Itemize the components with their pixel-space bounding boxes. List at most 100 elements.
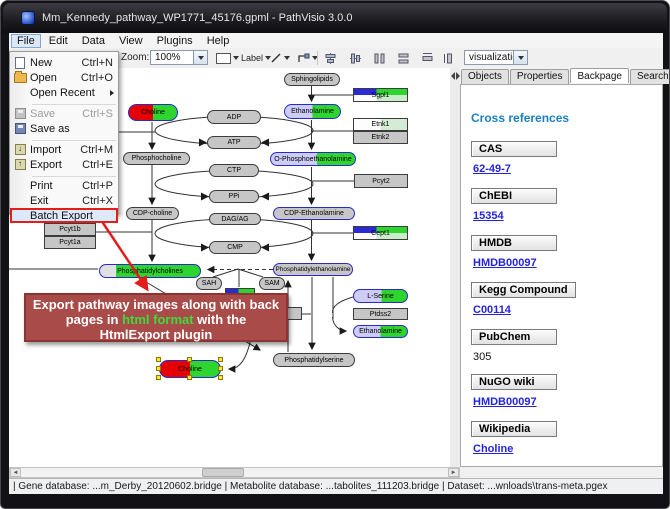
match-width-icon: [421, 52, 434, 65]
align-middle-button[interactable]: [347, 50, 364, 66]
distribute-vertical-button[interactable]: [395, 50, 412, 66]
node-etnk1[interactable]: Etnk1: [353, 118, 408, 131]
selection-handle[interactable]: [156, 357, 161, 362]
scrollbar-thumb[interactable]: [202, 468, 244, 477]
node-ctp[interactable]: CTP: [209, 164, 259, 177]
node-sah[interactable]: SAH: [196, 277, 222, 290]
title-bar[interactable]: Mm_Kennedy_pathway_WP1771_45176.gpml - P…: [3, 3, 667, 33]
menu-data[interactable]: Data: [76, 34, 111, 48]
scroll-right-icon[interactable]: ►: [448, 468, 459, 477]
chevron-down-icon[interactable]: [513, 51, 527, 64]
datanode-icon: [216, 53, 231, 64]
scroll-left-icon[interactable]: ◄: [10, 468, 21, 477]
node-choline-top[interactable]: Choline: [128, 104, 178, 121]
selection-handle[interactable]: [218, 357, 223, 362]
node-pcyt1b[interactable]: Pcyt1b: [44, 223, 96, 236]
menu-separator: [32, 173, 116, 177]
align-center-button[interactable]: [322, 50, 339, 66]
node-atp[interactable]: ATP: [207, 136, 261, 149]
menu-view[interactable]: View: [113, 34, 149, 48]
node-ppi[interactable]: PPi: [209, 190, 259, 203]
tab-search[interactable]: Search: [630, 69, 670, 84]
menu-plugins[interactable]: Plugins: [151, 34, 199, 48]
node-ethanolamine-bottom[interactable]: Ethanolamine: [353, 325, 408, 338]
tab-properties[interactable]: Properties: [510, 69, 570, 84]
node-pcyt2[interactable]: Pcyt2: [354, 174, 408, 188]
selection-handle[interactable]: [218, 375, 223, 380]
menu-item-save[interactable]: SaveCtrl+S: [10, 106, 118, 121]
node-adp[interactable]: ADP: [207, 110, 261, 124]
menu-help[interactable]: Help: [201, 34, 236, 48]
node-cdp-choline[interactable]: CDP-choline: [126, 207, 179, 220]
zoom-combobox[interactable]: 100%: [150, 50, 208, 65]
xref-link-nugo[interactable]: HMDB00097: [473, 396, 537, 408]
xref-link-hmdb[interactable]: HMDB00097: [473, 257, 537, 269]
node-ethanolamine-top[interactable]: Ethanolamine: [284, 104, 341, 119]
align-middle-icon: [349, 52, 362, 65]
distribute-horizontal-button[interactable]: [371, 50, 388, 66]
distribute-vertical-icon: [397, 52, 410, 65]
node-l-serine[interactable]: L-Serine: [353, 289, 408, 303]
align-center-icon: [324, 52, 337, 65]
line-tool-button[interactable]: [268, 50, 292, 66]
chevron-down-icon[interactable]: [193, 51, 207, 64]
chevron-down-icon[interactable]: [284, 56, 290, 60]
menu-item-new[interactable]: NewCtrl+N: [10, 55, 118, 70]
menu-item-exit[interactable]: ExitCtrl+X: [10, 193, 118, 208]
node-phosphatidylethanolamine[interactable]: Phosphatidylethanolamine: [273, 263, 353, 276]
menu-edit[interactable]: Edit: [43, 34, 74, 48]
selection-handle[interactable]: [156, 366, 161, 371]
menu-item-save-as[interactable]: Save as: [10, 121, 118, 136]
node-o-phosphoethanolamine[interactable]: O-Phosphoethanolamine: [270, 152, 356, 166]
panel-splitter[interactable]: [450, 68, 460, 467]
xref-link-kegg[interactable]: C00114: [473, 304, 511, 316]
datanode-tool-button[interactable]: [214, 50, 241, 66]
selection-handle[interactable]: [218, 366, 223, 371]
node-dag-ag[interactable]: DAG/AG: [209, 213, 261, 225]
node-cdp-ethanolamine[interactable]: CDP-Ethanolamine: [273, 207, 355, 220]
highlighted-text: html format: [122, 312, 194, 327]
xref-link-chebi[interactable]: 15354: [473, 210, 504, 222]
pathvisio-window: Mm_Kennedy_pathway_WP1771_45176.gpml - P…: [0, 0, 670, 509]
node-sgpl1[interactable]: Sgpl1: [353, 88, 408, 102]
node-cmp[interactable]: CMP: [209, 241, 261, 254]
backpage-title: Cross references: [471, 111, 662, 125]
match-width-button[interactable]: [419, 50, 436, 66]
menu-item-export[interactable]: ↑ ExportCtrl+E: [10, 157, 118, 172]
xref-link-wikipedia[interactable]: Choline: [473, 443, 513, 455]
menu-item-open[interactable]: OpenCtrl+O: [10, 70, 118, 85]
selection-handle[interactable]: [187, 357, 192, 362]
new-file-icon: [15, 57, 25, 69]
submenu-arrow-icon: [110, 90, 114, 96]
selection-handle[interactable]: [187, 375, 192, 380]
menu-item-import[interactable]: ↓ ImportCtrl+M: [10, 142, 118, 157]
menu-item-print[interactable]: PrintCtrl+P: [10, 178, 118, 193]
window-title: Mm_Kennedy_pathway_WP1771_45176.gpml - P…: [42, 12, 352, 24]
menu-file[interactable]: File: [11, 34, 41, 48]
node-cept1[interactable]: Cept1: [353, 226, 408, 240]
xref-link-cas[interactable]: 62-49-7: [473, 163, 511, 175]
horizontal-scrollbar[interactable]: ◄ ►: [9, 467, 460, 478]
section-header-pubchem: PubChem: [471, 329, 557, 345]
pathvisio-app-icon: [21, 11, 35, 25]
node-phosphocholine[interactable]: Phosphocholine: [123, 152, 190, 165]
collapse-left-icon[interactable]: [451, 72, 455, 80]
visualization-combobox[interactable]: visualization: [464, 50, 528, 65]
node-sam[interactable]: SAM: [259, 277, 285, 290]
menu-item-open-recent[interactable]: Open Recent: [10, 85, 118, 100]
selection-handle[interactable]: [156, 375, 161, 380]
match-height-button[interactable]: [441, 50, 458, 66]
zoom-label: Zoom:: [121, 52, 149, 63]
node-ptdss2[interactable]: Ptdss2: [353, 308, 408, 320]
node-etnk2[interactable]: Etnk2: [353, 131, 408, 144]
connector-icon: [297, 52, 310, 64]
menu-bar: File Edit Data View Plugins Help: [9, 33, 663, 49]
node-phosphatidylserine[interactable]: Phosphatidylserine: [273, 353, 355, 367]
tab-objects[interactable]: Objects: [461, 69, 509, 84]
tab-backpage[interactable]: Backpage: [570, 68, 628, 83]
node-pcyt1a[interactable]: Pcyt1a: [44, 236, 96, 249]
node-sphingolipids[interactable]: Sphingolipids: [284, 73, 340, 86]
menu-item-batch-export[interactable]: Batch Export: [10, 208, 118, 223]
node-phosphatidylcholines[interactable]: Phosphatidylcholines: [99, 264, 201, 278]
section-header-nugo: NuGO wiki: [471, 374, 557, 390]
